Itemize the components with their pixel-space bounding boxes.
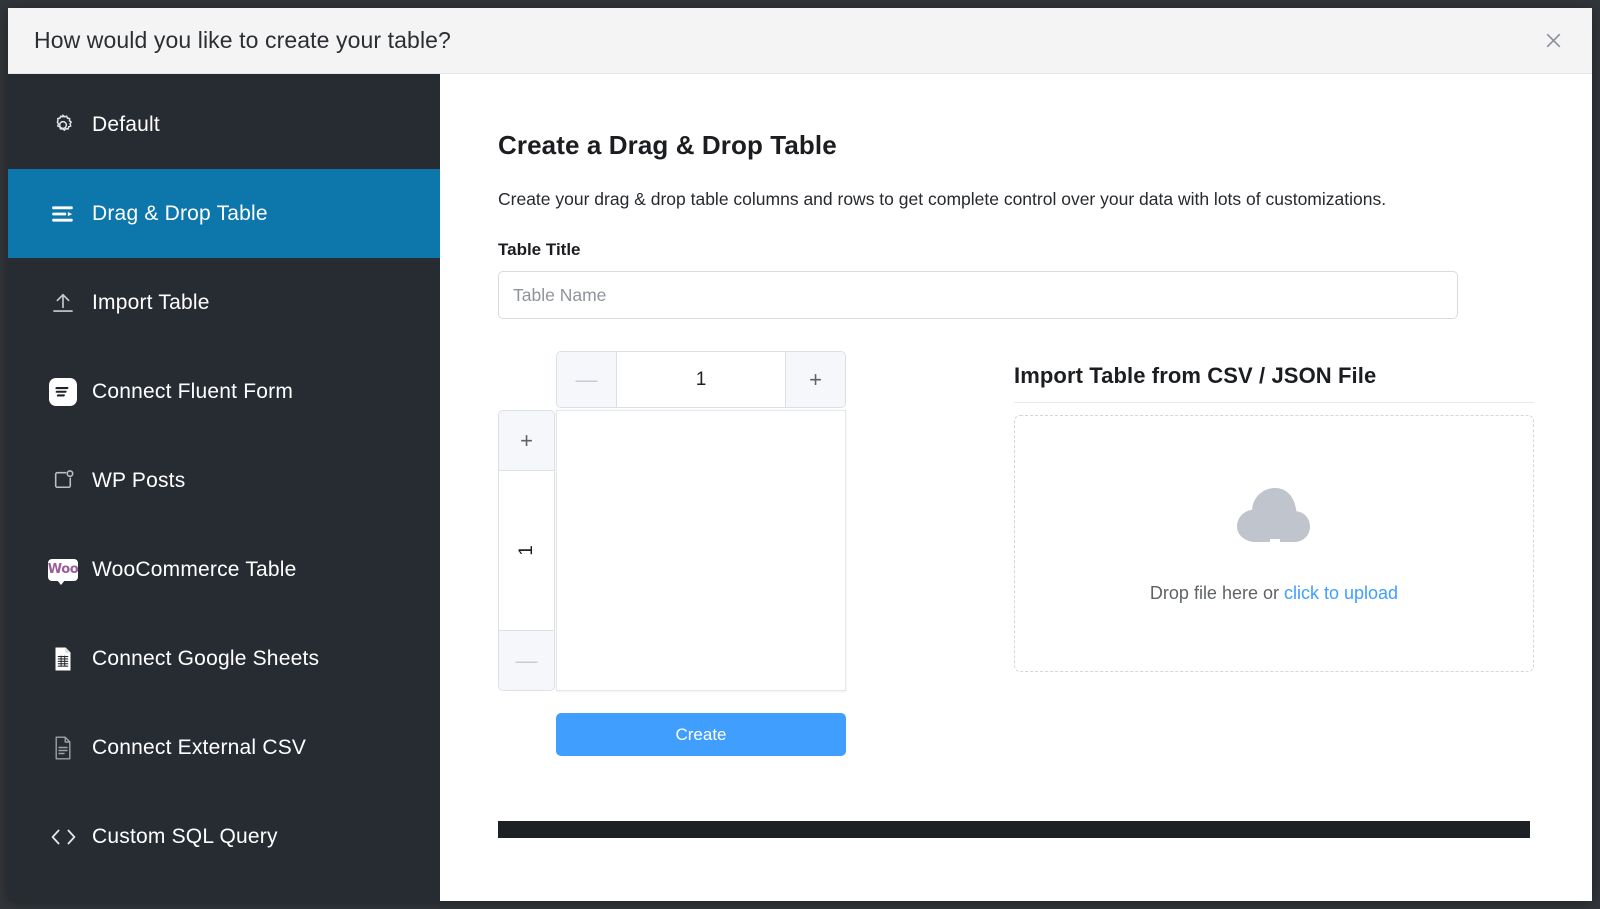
grid-builder: — 1 + + 1 — Create (498, 351, 858, 756)
columns-decrement-button[interactable]: — (557, 352, 617, 407)
fluent-form-icon (46, 377, 80, 406)
code-brackets-icon (46, 826, 80, 848)
sidebar-item-connect-external-csv[interactable]: Connect External CSV (8, 703, 440, 792)
drag-drop-list-icon (46, 201, 80, 227)
table-builder: — 1 + + 1 — Create Import Table from CSV… (498, 351, 1592, 756)
columns-value[interactable]: 1 (617, 352, 785, 407)
create-button[interactable]: Create (556, 713, 846, 756)
bottom-dark-bar (498, 821, 1530, 838)
page-title: Create a Drag & Drop Table (498, 130, 837, 160)
sidebar-item-label: Import Table (92, 290, 210, 314)
rows-increment-button[interactable]: + (499, 411, 554, 471)
rows-and-canvas: + 1 — (498, 410, 858, 691)
click-to-upload-link[interactable]: click to upload (1284, 583, 1398, 603)
rows-stepper: + 1 — (498, 410, 555, 691)
modal-title: How would you like to create your table? (34, 27, 451, 53)
sidebar-item-label: Drag & Drop Table (92, 201, 268, 225)
file-dropzone[interactable]: Drop file here or click to upload (1014, 415, 1534, 672)
wp-posts-icon (46, 468, 80, 493)
table-title-label: Table Title (498, 240, 581, 259)
import-title: Import Table from CSV / JSON File (1014, 363, 1377, 388)
sidebar-item-label: WooCommerce Table (92, 557, 297, 581)
sidebar-item-label: WP Posts (92, 468, 186, 492)
cloud-upload-icon (1232, 484, 1316, 555)
content-panel: Create a Drag & Drop Table Create your d… (440, 74, 1592, 901)
upload-icon (46, 290, 80, 316)
sidebar-item-drag-drop-table[interactable]: Drag & Drop Table (8, 169, 440, 258)
woocommerce-icon: Woo (46, 558, 80, 585)
sidebar-item-wp-posts[interactable]: WP Posts (8, 436, 440, 525)
sidebar-item-label: Connect Google Sheets (92, 646, 320, 670)
columns-increment-button[interactable]: + (785, 352, 845, 407)
modal-header: How would you like to create your table? (8, 8, 1592, 74)
sidebar-item-label: Connect External CSV (92, 735, 307, 759)
sidebar-item-connect-google-sheets[interactable]: Connect Google Sheets (8, 614, 440, 703)
sidebar-item-default[interactable]: Default (8, 80, 440, 169)
import-panel: Import Table from CSV / JSON File Drop f… (1014, 351, 1534, 672)
sidebar-item-custom-sql-query[interactable]: Custom SQL Query (8, 792, 440, 881)
screen: How would you like to create your table? (0, 0, 1600, 909)
import-divider (1014, 402, 1534, 403)
sidebar-item-import-table[interactable]: Import Table (8, 258, 440, 347)
sidebar: Default Drag & Drop Table Import Table C… (8, 74, 440, 901)
dropzone-hint: Drop file here or (1149, 582, 1284, 603)
sidebar-item-label: Default (92, 112, 160, 136)
columns-stepper: — 1 + (556, 351, 846, 408)
modal-body: Default Drag & Drop Table Import Table C… (8, 74, 1592, 901)
rows-value[interactable]: 1 (499, 523, 554, 578)
dropzone-text: Drop file here or click to upload (1150, 583, 1398, 604)
sidebar-item-label: Custom SQL Query (92, 824, 278, 848)
sidebar-item-connect-fluent-form[interactable]: Connect Fluent Form (8, 347, 440, 436)
google-sheets-icon (46, 646, 80, 672)
csv-document-icon (46, 735, 80, 761)
page-description: Create your drag & drop table columns an… (498, 189, 1387, 209)
create-table-modal: How would you like to create your table? (8, 8, 1592, 901)
table-grid-canvas[interactable] (556, 410, 846, 691)
rows-decrement-button[interactable]: — (499, 630, 554, 690)
close-icon[interactable] (1536, 24, 1570, 58)
gear-icon (46, 112, 80, 138)
sidebar-item-label: Connect Fluent Form (92, 379, 294, 403)
table-title-input[interactable] (498, 271, 1458, 319)
sidebar-item-woocommerce-table[interactable]: Woo WooCommerce Table (8, 525, 440, 614)
